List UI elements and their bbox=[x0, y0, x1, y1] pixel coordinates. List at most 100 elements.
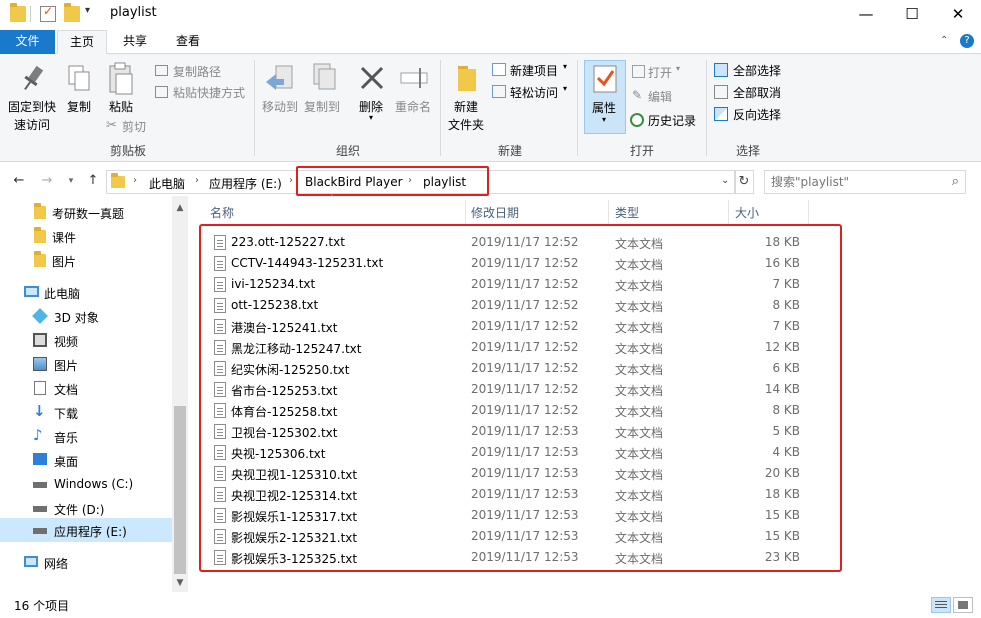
forward-arrow-icon[interactable]: → bbox=[38, 172, 56, 190]
up-arrow-icon[interactable]: ↑ bbox=[84, 172, 102, 190]
nav-item-desktop[interactable]: 桌面 bbox=[0, 448, 172, 472]
column-divider[interactable] bbox=[728, 200, 729, 224]
file-explorer-window: ✓ ▾ playlist — ☐ ✕ 文件 主页 共享 查看 ⌃ ? 固定到快 … bbox=[0, 0, 981, 618]
new-item-icon bbox=[492, 63, 506, 76]
copy-to-button[interactable]: 复制到 bbox=[302, 60, 342, 120]
sort-ascending-icon: ⌃ bbox=[328, 194, 336, 204]
column-date-header[interactable]: 修改日期 bbox=[471, 204, 519, 221]
folder-icon bbox=[10, 3, 26, 22]
search-box[interactable]: ⌕ bbox=[764, 170, 966, 194]
copy-to-icon bbox=[313, 63, 336, 90]
chevron-right-icon[interactable]: › bbox=[289, 175, 293, 186]
address-dropdown-icon[interactable]: ⌄ bbox=[721, 175, 729, 186]
back-arrow-icon[interactable]: ← bbox=[10, 172, 28, 190]
invert-selection-button[interactable]: 反向选择 bbox=[714, 106, 794, 124]
folder-icon bbox=[111, 173, 125, 188]
tab-share[interactable]: 共享 bbox=[112, 30, 158, 54]
maximize-button[interactable]: ☐ bbox=[889, 0, 935, 30]
nav-item-label: 音乐 bbox=[54, 431, 79, 445]
column-type-header[interactable]: 类型 bbox=[615, 204, 639, 221]
copy-button[interactable]: 复制 bbox=[64, 60, 96, 120]
column-divider[interactable] bbox=[808, 200, 809, 224]
cube-icon bbox=[32, 308, 48, 324]
new-folder-button[interactable]: 新建 文件夹 bbox=[446, 60, 488, 140]
divider bbox=[706, 60, 707, 156]
properties-button[interactable]: 属性 ▾ bbox=[584, 60, 626, 134]
column-divider[interactable] bbox=[465, 200, 466, 224]
tab-home[interactable]: 主页 bbox=[57, 30, 107, 55]
navigation-pane: 考研数一真题 课件 图片 此电脑 3D 对象 视频 图片 文档 ↓ 下载 ♪ 音… bbox=[0, 196, 190, 592]
music-icon: ♪ bbox=[33, 426, 43, 444]
nav-item-pictures[interactable]: 图片 bbox=[0, 352, 172, 376]
tab-file[interactable]: 文件 bbox=[0, 30, 55, 54]
paste-button[interactable]: 粘贴 bbox=[104, 60, 138, 120]
invert-selection-label: 反向选择 bbox=[733, 108, 782, 122]
scroll-down-icon[interactable]: ▼ bbox=[172, 575, 188, 591]
nav-item-label: 3D 对象 bbox=[54, 311, 99, 325]
column-name-header[interactable]: 名称 bbox=[210, 204, 234, 221]
breadcrumb-drive-e[interactable]: 应用程序 (E:) bbox=[209, 175, 282, 192]
copy-path-button[interactable]: 复制路径 bbox=[155, 63, 245, 81]
collapse-ribbon-icon[interactable]: ⌃ bbox=[940, 35, 948, 46]
computer-icon bbox=[24, 286, 39, 297]
nav-item-courseware[interactable]: 课件 bbox=[0, 224, 172, 248]
customize-qat-icon[interactable]: ▾ bbox=[85, 5, 90, 16]
nav-item-label: 考研数一真题 bbox=[52, 207, 125, 221]
nav-scroll-thumb[interactable] bbox=[174, 406, 186, 574]
nav-item-videos[interactable]: 视频 bbox=[0, 328, 172, 352]
properties-label: 属性 bbox=[592, 101, 617, 115]
easy-access-icon bbox=[492, 85, 506, 98]
documents-icon bbox=[34, 381, 46, 395]
history-button[interactable]: 历史记录 bbox=[630, 112, 702, 130]
copy-label: 复制 bbox=[67, 100, 92, 114]
nav-item-music[interactable]: ♪ 音乐 bbox=[0, 424, 172, 448]
nav-item-label: 图片 bbox=[52, 255, 77, 269]
new-item-button[interactable]: 新建项目 ▾ bbox=[492, 62, 572, 80]
open-button[interactable]: 打开 ▾ bbox=[632, 64, 692, 82]
refresh-button[interactable]: ↻ bbox=[734, 170, 754, 194]
nav-item-3d-objects[interactable]: 3D 对象 bbox=[0, 304, 172, 328]
search-input[interactable] bbox=[771, 172, 941, 192]
divider bbox=[254, 60, 255, 156]
nav-item-drive-c[interactable]: Windows (C:) bbox=[0, 472, 172, 496]
recent-locations-chevron-icon[interactable]: ▾ bbox=[62, 172, 80, 190]
address-highlight-box bbox=[296, 166, 489, 196]
nav-item-drive-e[interactable]: 应用程序 (E:) bbox=[0, 518, 172, 542]
breadcrumb-this-pc[interactable]: 此电脑 bbox=[149, 175, 185, 192]
nav-item-kaoyan[interactable]: 考研数一真题 bbox=[0, 200, 172, 224]
search-icon: ⌕ bbox=[951, 174, 959, 189]
properties-icon[interactable]: ✓ bbox=[40, 4, 56, 22]
edit-button[interactable]: ✎ 编辑 bbox=[632, 88, 692, 106]
select-none-button[interactable]: 全部取消 bbox=[714, 84, 794, 102]
column-divider[interactable] bbox=[608, 200, 609, 224]
cut-button[interactable]: ✂ 剪切 bbox=[106, 118, 166, 136]
nav-item-pictures-folder[interactable]: 图片 bbox=[0, 248, 172, 272]
rename-button[interactable]: 重命名 bbox=[395, 60, 435, 120]
pin-quick-access-button[interactable]: 固定到快 速访问 bbox=[6, 60, 60, 140]
tab-view[interactable]: 查看 bbox=[165, 30, 211, 54]
paste-shortcut-button[interactable]: 粘贴快捷方式 bbox=[155, 84, 255, 102]
nav-item-label: 应用程序 (E:) bbox=[54, 525, 127, 539]
minimize-button[interactable]: — bbox=[843, 0, 889, 30]
download-icon: ↓ bbox=[33, 402, 46, 420]
drive-icon bbox=[33, 506, 47, 512]
nav-item-downloads[interactable]: ↓ 下载 bbox=[0, 400, 172, 424]
details-view-button[interactable] bbox=[931, 597, 951, 613]
easy-access-button[interactable]: 轻松访问 ▾ bbox=[492, 84, 572, 102]
chevron-right-icon[interactable]: › bbox=[195, 175, 199, 186]
new-folder-icon[interactable] bbox=[64, 3, 80, 22]
nav-item-this-pc[interactable]: 此电脑 bbox=[0, 280, 172, 304]
scroll-up-icon[interactable]: ▲ bbox=[172, 200, 188, 216]
column-size-header[interactable]: 大小 bbox=[735, 204, 759, 221]
help-icon[interactable]: ? bbox=[960, 34, 974, 48]
move-to-button[interactable]: 移动到 bbox=[260, 60, 300, 120]
nav-item-drive-d[interactable]: 文件 (D:) bbox=[0, 496, 172, 520]
nav-item-network[interactable]: 网络 bbox=[0, 550, 172, 574]
nav-item-documents[interactable]: 文档 bbox=[0, 376, 172, 400]
nav-item-label: 视频 bbox=[54, 335, 79, 349]
ribbon-home: 固定到快 速访问 复制 粘贴 复制路径 粘贴快捷方式 ✂ 剪切 剪贴板 移动到 bbox=[0, 54, 981, 162]
select-all-button[interactable]: 全部选择 bbox=[714, 62, 794, 80]
close-button[interactable]: ✕ bbox=[935, 0, 981, 30]
large-icons-view-button[interactable] bbox=[953, 597, 973, 613]
delete-button[interactable]: 删除 ▾ bbox=[355, 60, 389, 126]
